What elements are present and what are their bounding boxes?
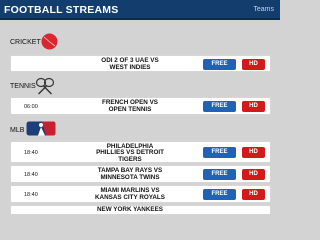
event-title-line: OPEN TENNIS (108, 105, 152, 113)
event-time: 18:40 (24, 172, 38, 178)
teams-nav-link[interactable]: Teams (253, 6, 274, 13)
event-title[interactable]: TAMPA BAY RAYS VS MINNESOTA TWINS (71, 167, 189, 181)
site-title[interactable]: FOOTBALL STREAMS (4, 4, 118, 16)
hd-stream-button[interactable]: HD (242, 101, 265, 112)
tennis-rackets-icon (35, 77, 55, 95)
event-title-line: MINNESOTA TWINS (100, 173, 160, 181)
top-header: FOOTBALL STREAMS Teams (0, 0, 280, 20)
event-row[interactable]: 18:40 PHILADELPHIA PHILLIES VS DETROIT T… (10, 141, 271, 163)
free-stream-button[interactable]: FREE (203, 101, 236, 112)
event-time: 06:00 (24, 104, 38, 110)
section-title-mlb: MLB (10, 127, 25, 134)
event-row[interactable]: 18:40 TAMPA BAY RAYS VS MINNESOTA TWINS … (10, 165, 271, 183)
event-title-line: WEST INDIES (109, 63, 151, 71)
hd-stream-button[interactable]: HD (242, 169, 265, 180)
event-row[interactable]: 06:00 FRENCH OPEN VS OPEN TENNIS FREE HD (10, 97, 271, 115)
event-row[interactable]: ODI 2 OF 3 UAE VS WEST INDIES FREE HD (10, 55, 271, 72)
event-title[interactable]: NEW YORK YANKEES (71, 206, 189, 214)
event-title[interactable]: PHILADELPHIA PHILLIES VS DETROIT TIGERS (71, 143, 189, 164)
cricket-ball-icon (41, 33, 58, 50)
section-title-cricket: CRICKET (10, 39, 41, 46)
event-row[interactable]: NEW YORK YANKEES (10, 205, 271, 215)
hd-stream-button[interactable]: HD (242, 189, 265, 200)
event-time: 18:40 (24, 192, 38, 198)
event-title[interactable]: FRENCH OPEN VS OPEN TENNIS (71, 99, 189, 113)
event-title-line: NEW YORK YANKEES (96, 206, 164, 213)
free-stream-button[interactable]: FREE (203, 147, 236, 158)
hd-stream-button[interactable]: HD (242, 59, 265, 70)
free-stream-button[interactable]: FREE (203, 189, 236, 200)
free-stream-button[interactable]: FREE (203, 169, 236, 180)
event-row[interactable]: 18:40 MIAMI MARLINS VS KANSAS CITY ROYAL… (10, 185, 271, 203)
event-title-line: KANSAS CITY ROYALS (95, 193, 165, 201)
event-title-line: TIGERS (118, 155, 142, 163)
event-title[interactable]: MIAMI MARLINS VS KANSAS CITY ROYALS (71, 187, 189, 201)
free-stream-button[interactable]: FREE (203, 59, 236, 70)
event-time: 18:40 (24, 150, 38, 156)
mlb-logo-icon (26, 121, 56, 136)
event-title[interactable]: ODI 2 OF 3 UAE VS WEST INDIES (71, 57, 189, 71)
hd-stream-button[interactable]: HD (242, 147, 265, 158)
section-title-tennis: TENNIS (10, 83, 36, 90)
